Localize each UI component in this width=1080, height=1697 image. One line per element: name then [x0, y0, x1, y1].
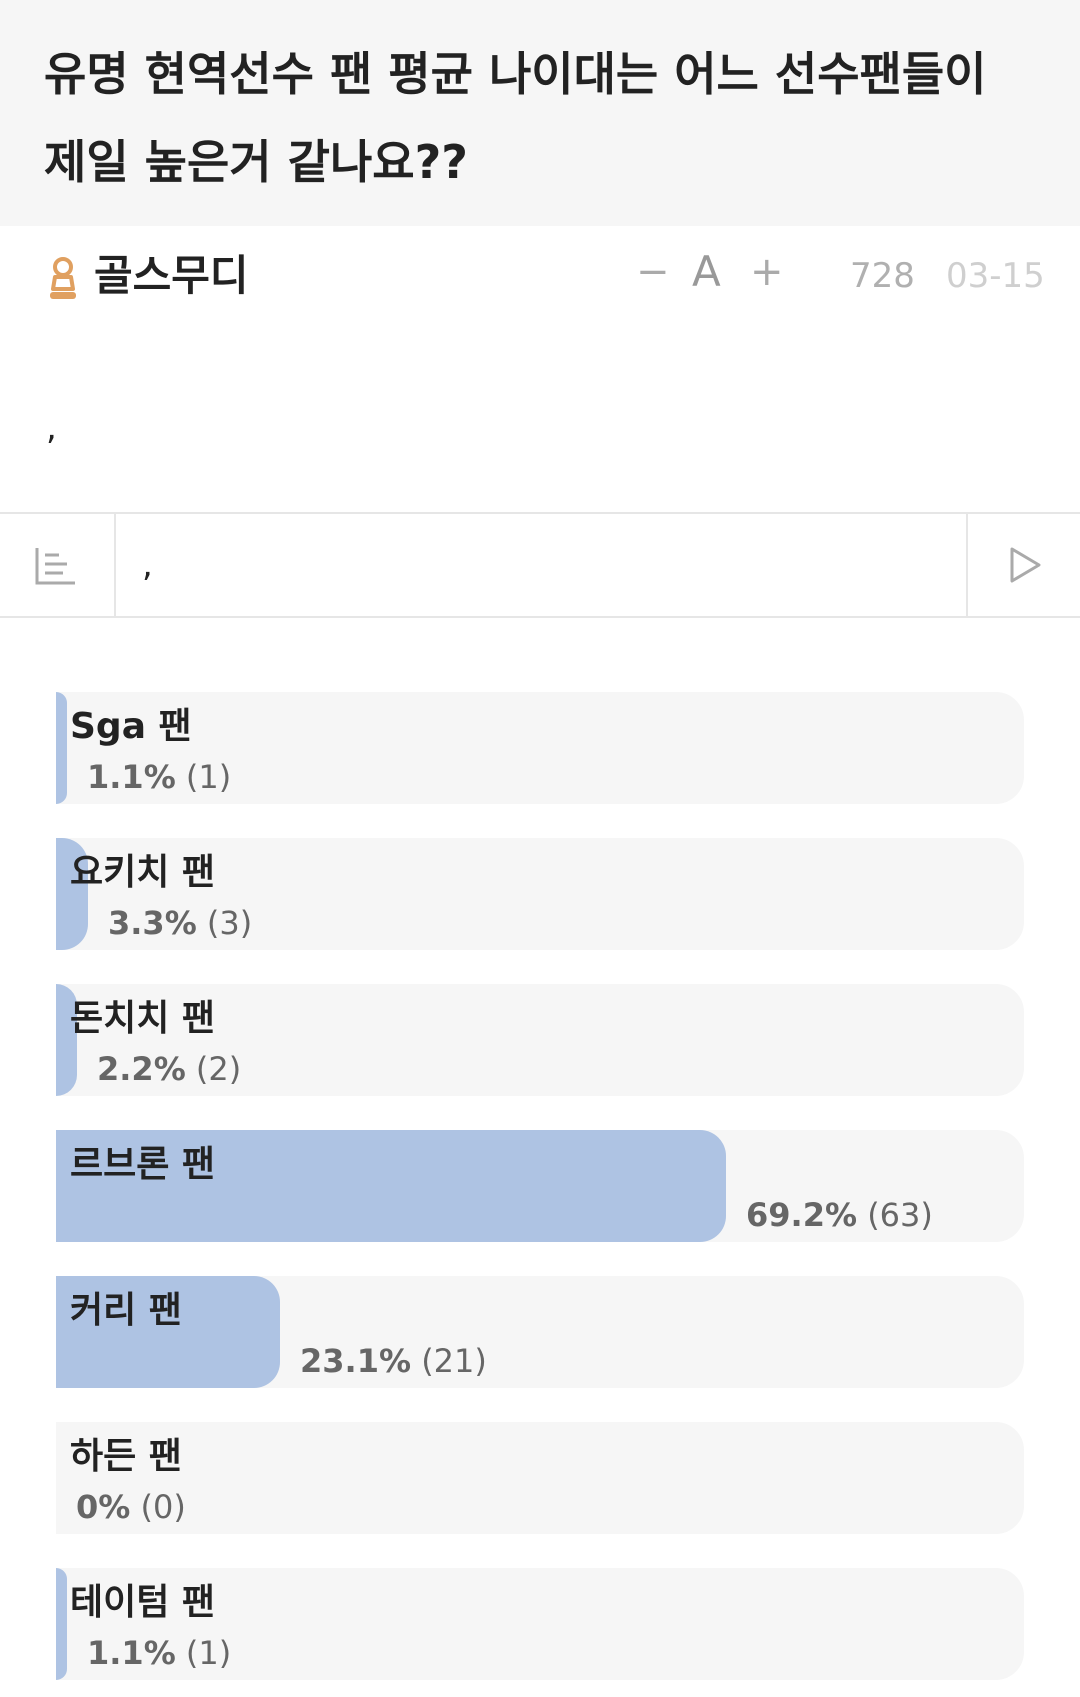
poll-option-stat: 23.1% (21): [300, 1340, 487, 1382]
poll-option-doncic[interactable]: 돈치치 팬 2.2% (2): [56, 984, 1024, 1096]
poll-option-lebron[interactable]: 르브론 팬 69.2% (63): [56, 1130, 1024, 1242]
poll-option-tatum[interactable]: 테이텀 팬 1.1% (1): [56, 1568, 1024, 1680]
comment-input[interactable]: [116, 514, 966, 616]
poll-option-count: (1): [185, 1634, 232, 1672]
poll-option-percent: 23.1%: [300, 1342, 412, 1380]
poll-option-label: Sga 팬: [70, 706, 192, 747]
poll-option-count: (3): [206, 904, 253, 942]
poll-option-label: 돈치치 팬: [70, 998, 216, 1039]
post-title-line-2: 제일 높은거 같나요??: [44, 135, 468, 189]
poll-option-harden[interactable]: 하든 팬 0% (0): [56, 1422, 1024, 1534]
poll-option-percent: 1.1%: [87, 758, 176, 796]
view-count: 728: [850, 256, 915, 296]
poll-option-stat: 0% (0): [76, 1486, 186, 1528]
poll-option-label: 요키치 팬: [70, 852, 216, 893]
poll-option-count: (0): [140, 1488, 186, 1526]
font-size-indicator: A: [692, 247, 721, 296]
send-icon: [1010, 547, 1041, 583]
poll-option-count: (2): [195, 1050, 242, 1088]
poll-option-jokic[interactable]: 요키치 팬 3.3% (3): [56, 838, 1024, 950]
poll-option-percent: 0%: [76, 1488, 131, 1526]
poll-option-stat: 69.2% (63): [746, 1194, 933, 1236]
poll-option-stat: 1.1% (1): [87, 756, 231, 798]
poll-fill: [56, 1568, 67, 1680]
poll-option-stat: 2.2% (2): [97, 1048, 241, 1090]
post-meta-row: 골스무디 − A + 728 03-15: [0, 226, 1080, 326]
comment-list-icon: [35, 548, 75, 585]
post-title-block: 유명 현역선수 팬 평균 나이대는 어느 선수팬들이 제일 높은거 같나요??: [0, 0, 1080, 226]
post-body: ,: [46, 408, 57, 448]
poll-option-label: 커리 팬: [70, 1290, 182, 1331]
post-date: 03-15: [946, 256, 1045, 296]
poll-option-count: (21): [421, 1342, 487, 1380]
poll-option-percent: 3.3%: [108, 904, 197, 942]
poll-option-count: (63): [867, 1196, 933, 1234]
author-name[interactable]: 골스무디: [94, 248, 249, 304]
user-badge-icon: [50, 257, 76, 299]
poll-option-sga[interactable]: Sga 팬 1.1% (1): [56, 692, 1024, 804]
poll-option-percent: 1.1%: [87, 1634, 176, 1672]
font-decrease-button[interactable]: −: [636, 244, 670, 300]
comment-bar: [0, 512, 1080, 618]
font-increase-button[interactable]: +: [750, 244, 784, 300]
poll-option-percent: 2.2%: [97, 1050, 186, 1088]
poll-option-curry[interactable]: 커리 팬 23.1% (21): [56, 1276, 1024, 1388]
comment-list-button[interactable]: [0, 514, 116, 616]
post-title-line-1: 유명 현역선수 팬 평균 나이대는 어느 선수팬들이: [44, 47, 987, 101]
poll-option-count: (1): [185, 758, 232, 796]
poll-option-label: 르브론 팬: [70, 1144, 216, 1185]
poll-option-percent: 69.2%: [746, 1196, 858, 1234]
post-title: 유명 현역선수 팬 평균 나이대는 어느 선수팬들이 제일 높은거 같나요??: [44, 30, 1044, 206]
send-button[interactable]: [966, 514, 1080, 616]
poll-fill: [56, 692, 67, 804]
poll-option-label: 테이텀 팬: [70, 1582, 216, 1623]
poll-option-stat: 1.1% (1): [87, 1632, 231, 1674]
poll-option-stat: 3.3% (3): [108, 902, 252, 944]
poll-option-label: 하든 팬: [70, 1436, 182, 1477]
